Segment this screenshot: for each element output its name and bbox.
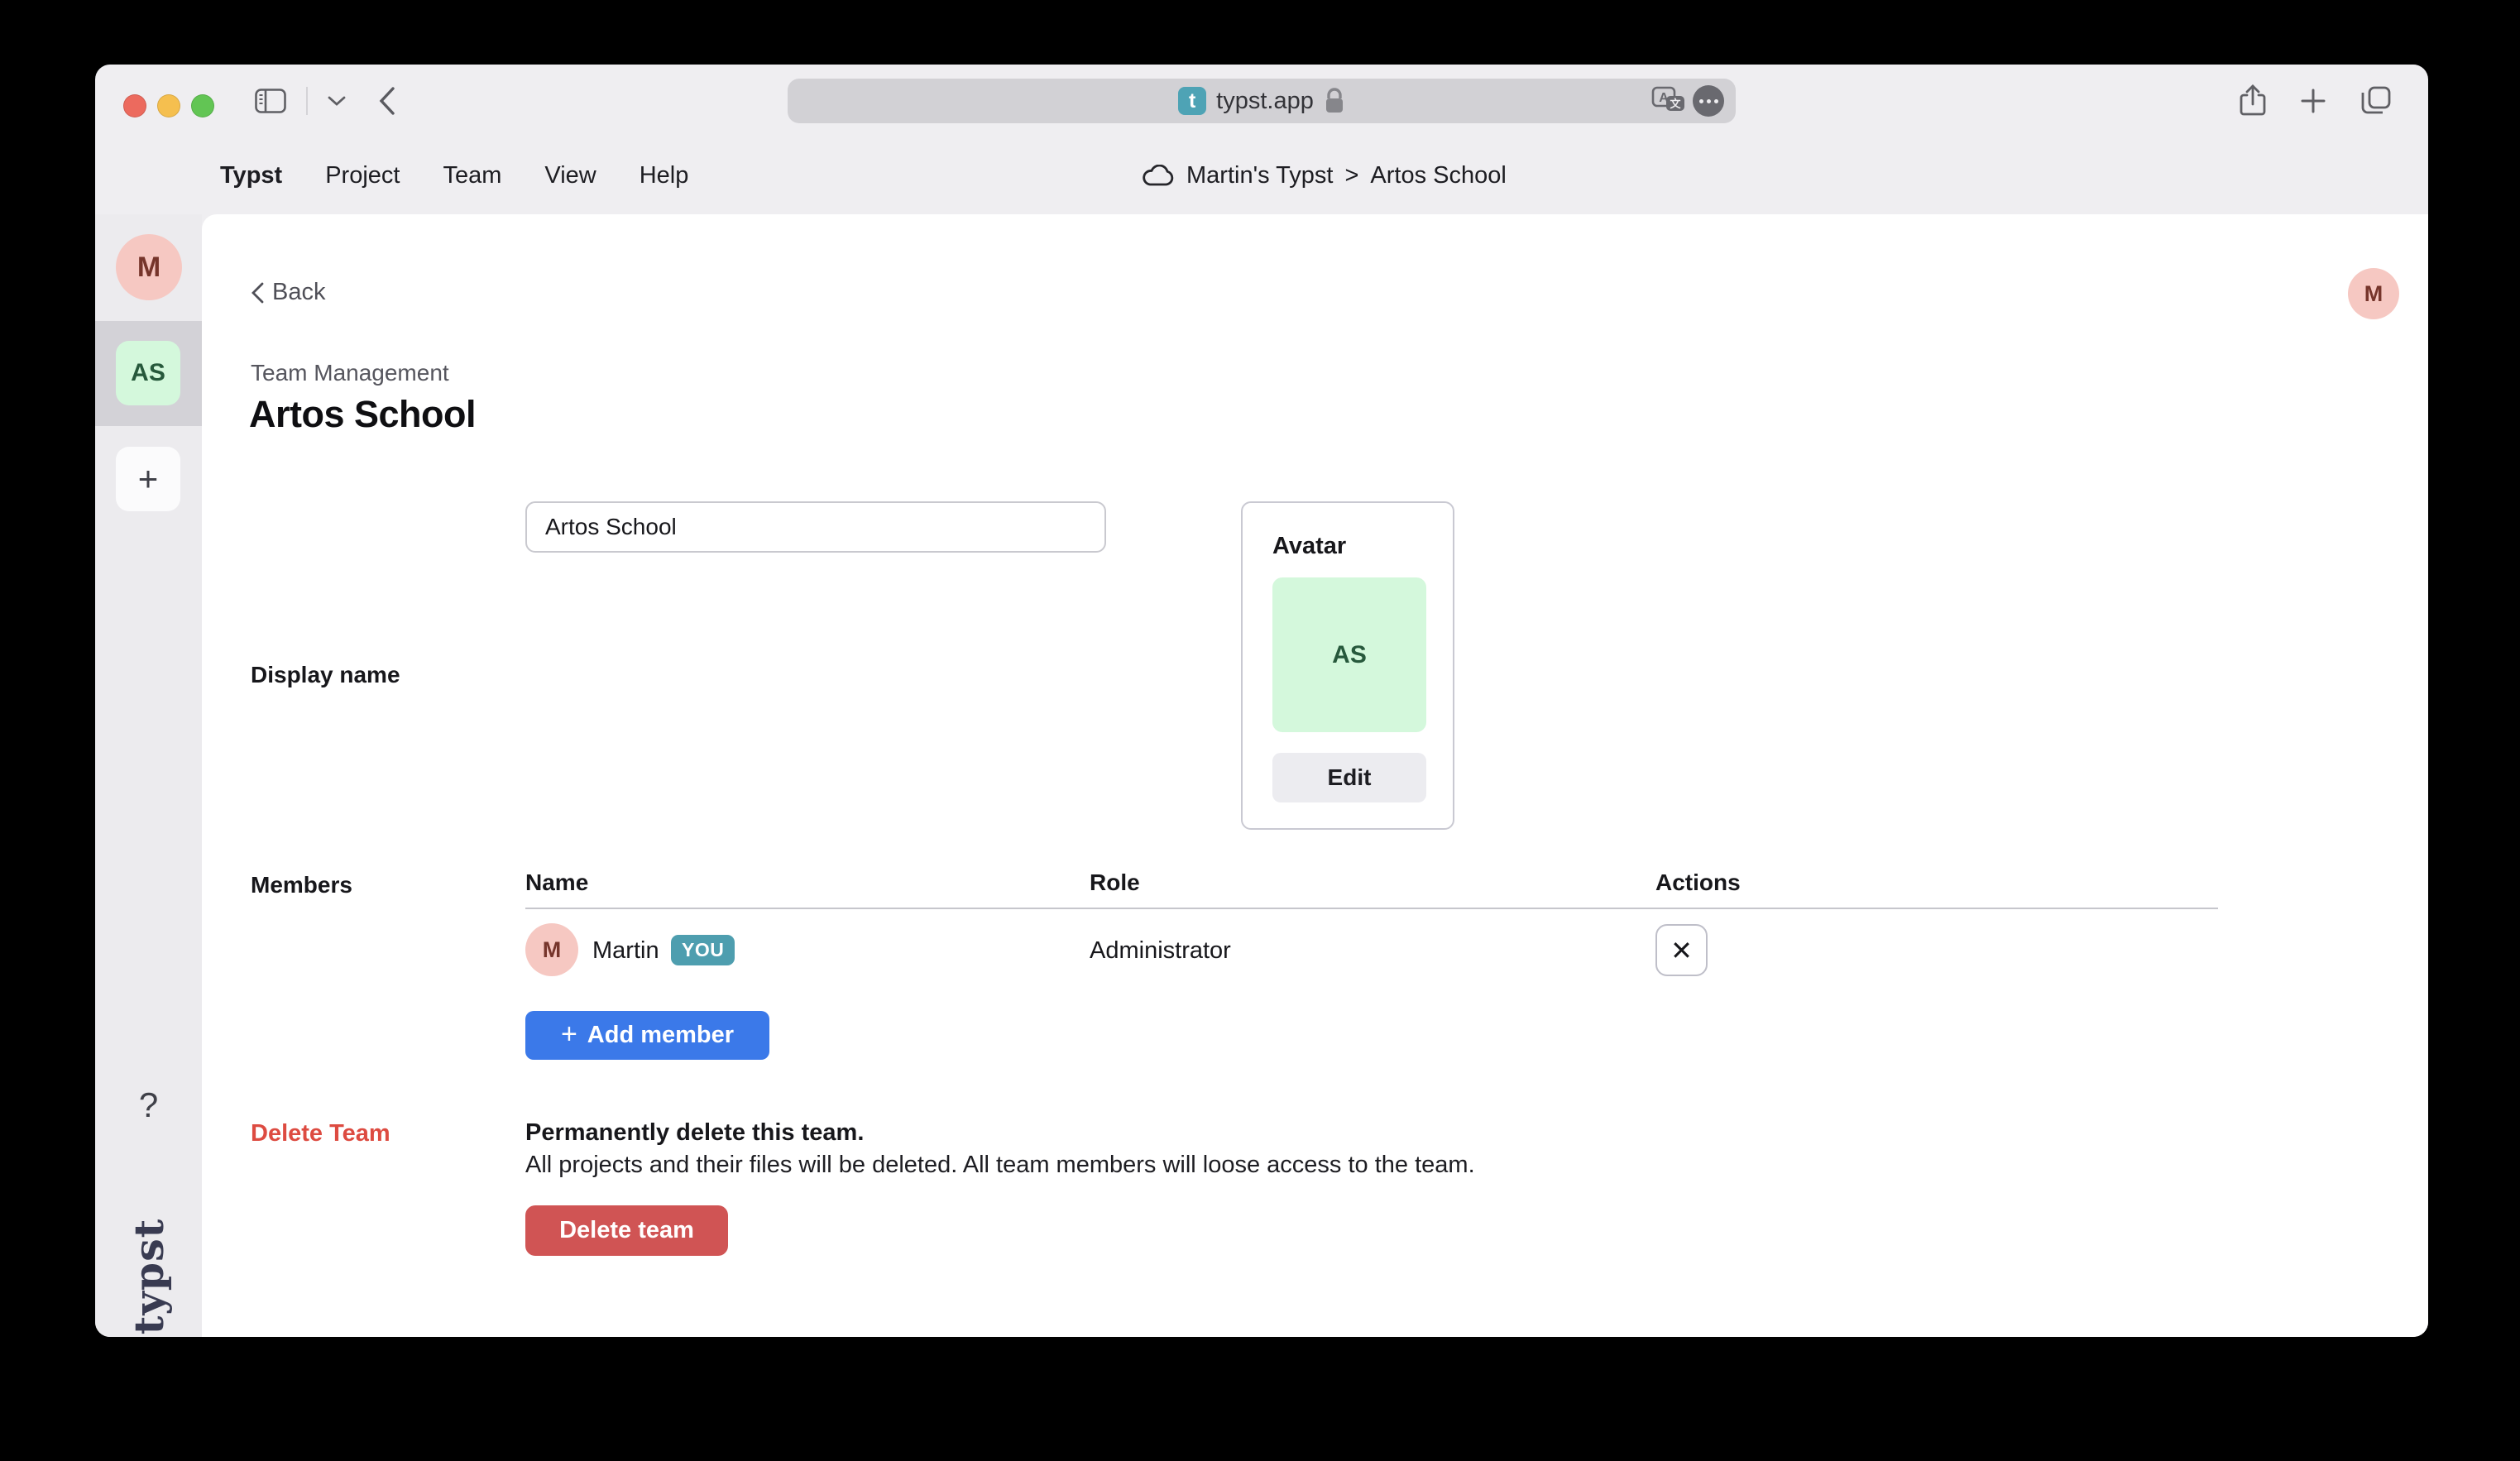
you-badge: YOU xyxy=(671,935,735,965)
add-member-button[interactable]: + Add member xyxy=(525,1011,769,1060)
sidebar-team-avatar[interactable]: AS xyxy=(116,341,180,405)
add-member-label: Add member xyxy=(587,1022,734,1049)
browser-titlebar: t typst.app A 文 xyxy=(95,65,2428,137)
browser-window: t typst.app A 文 xyxy=(95,65,2428,1337)
lock-icon xyxy=(1324,87,1345,115)
breadcrumb-separator: > xyxy=(1344,162,1358,189)
cloud-icon xyxy=(1142,165,1175,188)
team-management-page: Back M Team Management Artos School Disp… xyxy=(202,214,2428,1337)
team-avatar-preview: AS xyxy=(1272,577,1426,732)
avatar-card-label: Avatar xyxy=(1272,533,1346,560)
edit-avatar-button[interactable]: Edit xyxy=(1272,753,1426,802)
menu-view[interactable]: View xyxy=(544,162,596,189)
tab-overview-icon[interactable] xyxy=(2360,85,2392,117)
page-options-icon[interactable] xyxy=(1693,85,1724,117)
section-label: Team Management xyxy=(251,360,449,386)
table-divider xyxy=(525,908,2218,909)
member-role: Administrator xyxy=(1090,937,1231,965)
url-text: typst.app xyxy=(1216,88,1314,115)
breadcrumb-team[interactable]: Martin's Typst xyxy=(1186,162,1333,189)
user-avatar[interactable]: M xyxy=(2348,268,2399,319)
delete-team-body: All projects and their files will be del… xyxy=(525,1152,1475,1179)
traffic-lights xyxy=(123,94,214,117)
plus-icon: + xyxy=(561,1018,577,1051)
new-tab-icon[interactable] xyxy=(2299,87,2327,115)
avatar-card: Avatar AS Edit xyxy=(1241,501,1454,830)
add-team-button[interactable]: + xyxy=(116,447,180,511)
chevron-down-icon[interactable] xyxy=(328,95,346,107)
minimize-window-button[interactable] xyxy=(157,94,180,117)
menu-typst[interactable]: Typst xyxy=(220,162,282,189)
toolbar-separator xyxy=(306,87,308,115)
members-label: Members xyxy=(251,872,352,898)
delete-team-heading: Permanently delete this team. xyxy=(525,1119,864,1147)
menu-team[interactable]: Team xyxy=(443,162,501,189)
typst-logo: typst xyxy=(125,1219,173,1335)
zoom-window-button[interactable] xyxy=(191,94,214,117)
member-avatar: M xyxy=(525,923,578,976)
site-favicon: t xyxy=(1178,87,1206,115)
sidebar-user-avatar[interactable]: M xyxy=(116,234,182,300)
display-name-label: Display name xyxy=(251,662,400,688)
share-icon[interactable] xyxy=(2240,84,2266,117)
column-header-role: Role xyxy=(1090,869,1140,896)
breadcrumb[interactable]: Martin's Typst > Artos School xyxy=(1142,137,1507,214)
display-name-input[interactable] xyxy=(525,501,1106,553)
column-header-name: Name xyxy=(525,869,588,896)
delete-team-button[interactable]: Delete team xyxy=(525,1205,728,1256)
sidebar-toggle-icon[interactable] xyxy=(255,89,286,113)
svg-text:文: 文 xyxy=(1670,98,1681,110)
column-header-actions: Actions xyxy=(1655,869,1741,896)
back-link[interactable]: Back xyxy=(252,279,325,306)
sidebar-selected-item[interactable]: AS xyxy=(95,321,202,426)
app-menubar: Typst Project Team View Help Martin's Ty… xyxy=(95,137,2428,214)
menu-project[interactable]: Project xyxy=(325,162,400,189)
breadcrumb-page: Artos School xyxy=(1370,162,1506,189)
help-button[interactable]: ? xyxy=(95,1085,202,1125)
page-title: Artos School xyxy=(249,393,476,436)
url-bar[interactable]: t typst.app A 文 xyxy=(788,79,1736,123)
team-sidebar: M AS + ? typst xyxy=(95,214,202,1337)
back-label: Back xyxy=(272,279,325,306)
translate-icon[interactable]: A 文 xyxy=(1651,84,1688,117)
member-name: Martin xyxy=(592,937,659,965)
delete-team-label: Delete Team xyxy=(251,1120,390,1147)
menu-help[interactable]: Help xyxy=(640,162,689,189)
browser-back-icon[interactable] xyxy=(379,87,395,115)
remove-member-button[interactable]: ✕ xyxy=(1655,924,1708,976)
close-window-button[interactable] xyxy=(123,94,146,117)
